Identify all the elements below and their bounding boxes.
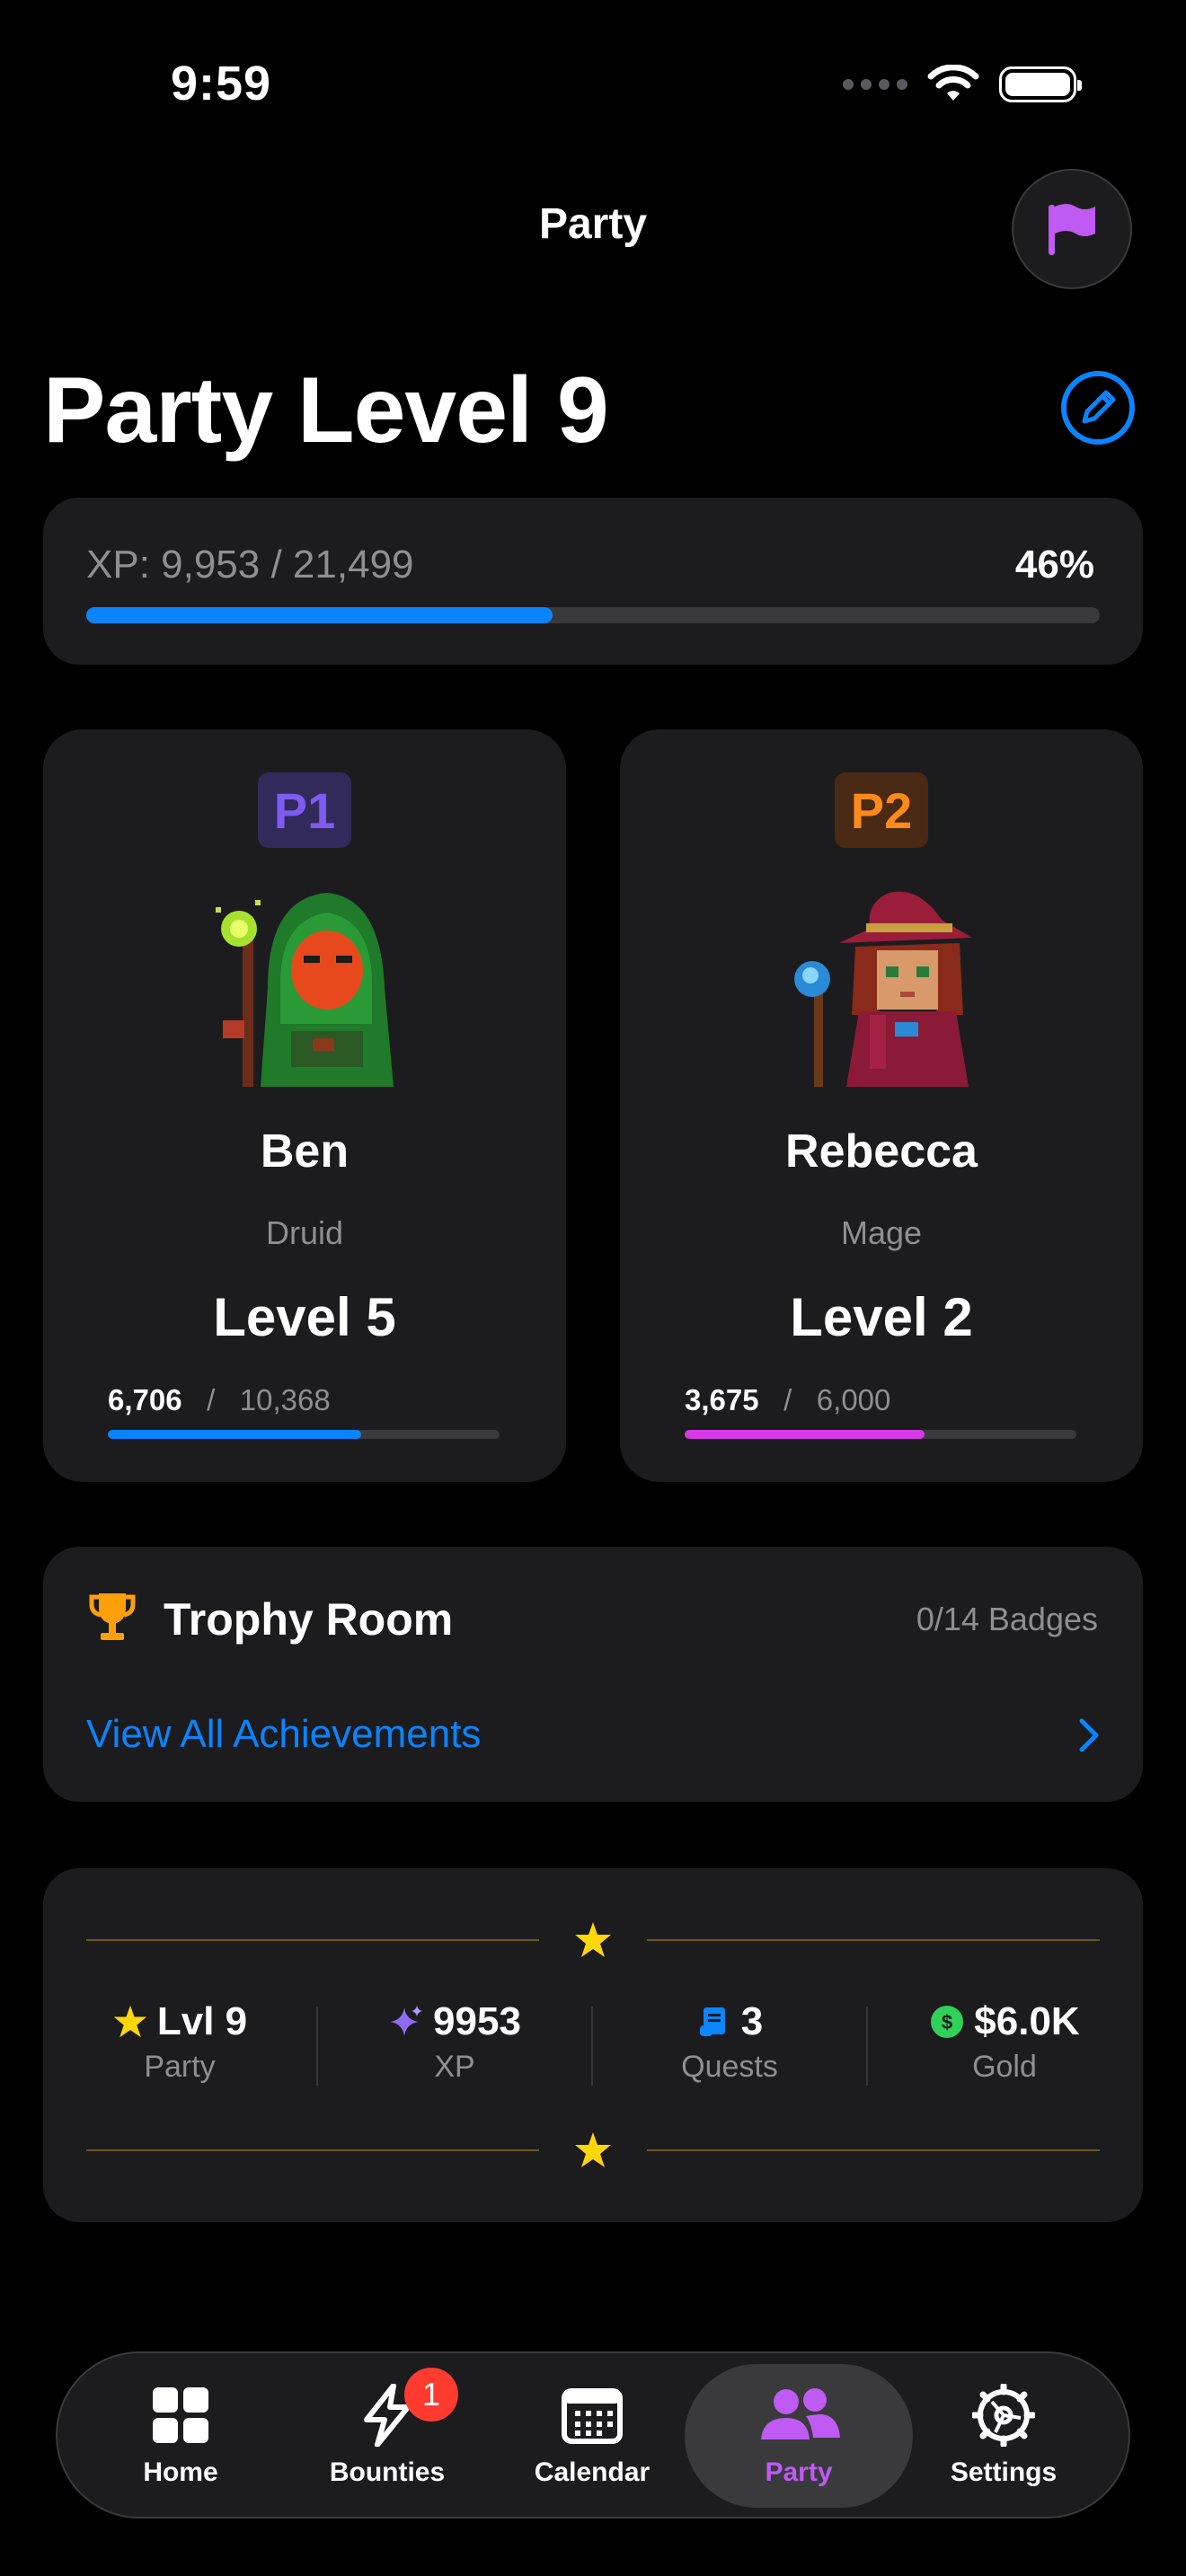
player-xp-separator: / — [783, 1383, 792, 1416]
tab-calendar[interactable]: Calendar — [489, 2364, 695, 2508]
party-xp-text: XP: 9,953 / 21,499 — [86, 543, 414, 587]
divider-line — [647, 1939, 1100, 1941]
player-badge: P1 — [258, 772, 351, 848]
player-xp-bar-fill — [108, 1430, 362, 1439]
stat-value: $6.0K — [974, 1999, 1080, 2043]
dollar-coin-icon: $ — [931, 2006, 964, 2038]
wifi-icon — [927, 65, 979, 101]
grid-icon — [153, 2387, 208, 2443]
chevron-right-icon[interactable] — [1078, 1717, 1100, 1753]
player-class: Druid — [265, 1214, 344, 1251]
player-xp-bar — [685, 1430, 1076, 1439]
status-time: 9:59 — [171, 57, 272, 110]
player-xp-text: 6,706 / 10,368 — [108, 1383, 331, 1417]
star-icon — [575, 1922, 611, 1957]
tab-party[interactable]: Party — [695, 2364, 902, 2508]
badge-count: 0/14 Badges — [916, 1601, 1098, 1637]
mage-avatar — [783, 880, 981, 1100]
tab-label: Bounties — [329, 2457, 446, 2487]
trophy-room-title: Trophy Room — [164, 1594, 454, 1645]
status-indicators — [843, 65, 1082, 104]
trophy-room-card[interactable] — [43, 1547, 1143, 1802]
player-xp-max: 6,000 — [816, 1383, 891, 1416]
calendar-icon — [562, 2388, 623, 2444]
stat-value: Lvl 9 — [156, 1999, 248, 2043]
flag-icon — [1049, 204, 1095, 255]
stat-separator — [316, 2007, 318, 2086]
stat-value: 3 — [740, 1999, 764, 2043]
player-xp-bar — [108, 1430, 500, 1439]
player-xp-max: 10,368 — [239, 1383, 331, 1416]
svg-text:$: $ — [942, 2011, 952, 2033]
stat-label: Quests — [681, 2050, 778, 2084]
player-xp-current: 3,675 — [685, 1383, 759, 1416]
player-xp-bar-fill — [685, 1430, 925, 1439]
people-icon — [761, 2388, 840, 2439]
stat-label: XP — [434, 2050, 475, 2084]
gear-icon — [972, 2384, 1035, 2447]
tab-label: Calendar — [534, 2457, 651, 2487]
tab-label: Party — [765, 2457, 833, 2487]
page-title: Party Level 9 — [43, 358, 609, 463]
player-xp-text: 3,675 / 6,000 — [685, 1383, 890, 1417]
stat-quests: 3 Quests — [599, 1999, 860, 2085]
party-xp-bar-fill — [86, 607, 553, 623]
party-xp-bar — [86, 607, 1100, 623]
star-icon — [113, 2005, 147, 2038]
trophy-icon — [89, 1593, 136, 1640]
player-badge: P2 — [835, 772, 928, 848]
stat-label: Party — [144, 2050, 216, 2084]
scroll-icon — [699, 2007, 725, 2036]
stat-separator — [591, 2007, 593, 2086]
player-xp-separator: / — [207, 1383, 216, 1416]
player-name: Rebecca — [785, 1125, 978, 1178]
view-all-achievements-link[interactable]: View All Achievements — [86, 1712, 481, 1757]
player-class: Mage — [840, 1214, 923, 1251]
druid-avatar — [205, 880, 403, 1100]
battery-icon — [999, 66, 1082, 102]
divider-line — [86, 2149, 539, 2151]
edit-button[interactable] — [1060, 370, 1136, 446]
stat-gold: $ $6.0K Gold — [874, 1999, 1135, 2085]
tab-label: Home — [143, 2457, 218, 2487]
stat-xp: 9953 XP — [324, 1999, 585, 2085]
tab-home[interactable]: Home — [77, 2364, 284, 2508]
star-icon — [575, 2132, 611, 2167]
cellular-signal-icon — [843, 79, 907, 90]
stat-label: Gold — [972, 2050, 1037, 2084]
player-level: Level 2 — [790, 1287, 973, 1347]
party-xp-percent: 46% — [1014, 543, 1094, 587]
player-level: Level 5 — [213, 1287, 396, 1347]
sparkle-icon — [390, 2006, 423, 2036]
stat-separator — [866, 2007, 868, 2086]
nav-title: Party — [538, 200, 648, 248]
tab-label: Settings — [950, 2457, 1058, 2487]
player-name: Ben — [260, 1125, 350, 1178]
notification-badge: 1 — [404, 2368, 458, 2422]
pencil-circle-icon — [1061, 371, 1135, 445]
divider-line — [647, 2149, 1100, 2151]
tab-settings[interactable]: Settings — [900, 2364, 1107, 2508]
divider-line — [86, 1939, 539, 1941]
player-xp-current: 6,706 — [108, 1383, 182, 1416]
tab-bounties[interactable]: Bounties — [284, 2364, 491, 2508]
stat-value: 9953 — [433, 1999, 521, 2043]
stat-party-level: Lvl 9 Party — [49, 1999, 310, 2085]
flag-button[interactable] — [1012, 169, 1132, 289]
